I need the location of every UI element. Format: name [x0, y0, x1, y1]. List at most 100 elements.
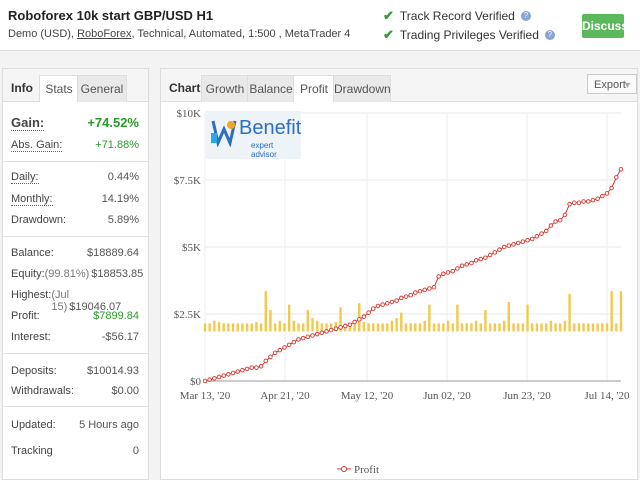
bar	[227, 323, 230, 332]
export-dropdown[interactable]: Export ▼	[587, 74, 637, 94]
x-tick-label: Apr 21, '20	[260, 390, 310, 402]
bar	[283, 323, 286, 332]
tab-general[interactable]: General	[77, 75, 127, 102]
profit-point	[319, 330, 325, 336]
profit-point	[380, 302, 385, 307]
bar	[311, 318, 314, 332]
x-tick-label: May 12, '20	[341, 390, 394, 402]
logo-subtext: expert advisor	[251, 141, 277, 159]
bar	[264, 291, 267, 332]
profit-point	[511, 242, 516, 247]
bar	[549, 320, 553, 332]
tab-info[interactable]: Info	[11, 75, 33, 101]
bar	[320, 323, 324, 332]
help-icon[interactable]: ?	[544, 30, 555, 40]
profit-point	[487, 252, 493, 258]
bar	[488, 323, 492, 332]
balance-value: $18889.64	[87, 247, 139, 259]
bar	[208, 323, 211, 332]
profit-point	[314, 331, 320, 337]
tab-balance[interactable]: Balance	[247, 75, 295, 102]
deposits-value: $10014.93	[87, 365, 139, 377]
drawdown-row: Drawdown: 5.89%	[11, 214, 139, 226]
profit-point	[436, 274, 441, 279]
tab-growth[interactable]: Growth	[201, 75, 249, 102]
broker-link[interactable]: RoboForex	[77, 28, 131, 40]
daily-label: Daily:	[11, 171, 39, 184]
bar	[582, 323, 585, 332]
deposits-label: Deposits:	[11, 365, 57, 377]
bar	[273, 323, 277, 332]
profit-point	[371, 306, 376, 311]
profit-point	[324, 329, 329, 334]
profit-point	[394, 298, 399, 303]
profit-point	[586, 199, 591, 204]
profit-point	[300, 335, 306, 341]
profit-point	[557, 217, 563, 223]
bar	[479, 323, 482, 332]
bar	[437, 323, 440, 332]
y-tick-label: $0	[190, 376, 202, 388]
equity-row: Equity: (99.81%) $18853.85	[11, 268, 143, 280]
drawdown-label: Drawdown:	[11, 214, 67, 226]
account-header: Roboforex 10k start GBP/USD H1 Demo (USD…	[0, 0, 640, 51]
profit-point	[244, 366, 250, 372]
bar	[587, 323, 590, 332]
withdrawals-value: $0.00	[111, 385, 139, 397]
tab-stats[interactable]: Stats	[39, 75, 79, 102]
profit-point	[216, 374, 222, 380]
tracking-value: 0	[132, 445, 139, 457]
bar	[395, 318, 398, 332]
bar	[456, 304, 459, 332]
withdrawals-label: Withdrawals:	[11, 385, 74, 397]
divider	[3, 406, 148, 407]
profit-point	[534, 234, 540, 239]
profit-point	[282, 345, 287, 350]
chart-panel: Chart Growth Balance Profit Drawdown Exp…	[160, 68, 638, 480]
profit-point	[441, 271, 446, 277]
tab-profit[interactable]: Profit	[293, 75, 335, 102]
bar	[255, 322, 258, 332]
profit-point	[286, 342, 292, 348]
profit-point	[277, 347, 283, 353]
equity-value: $18853.85	[91, 268, 144, 280]
help-icon[interactable]: ?	[520, 11, 531, 21]
profit-point	[543, 228, 549, 234]
abs-gain-row: Abs. Gain: +71.88%	[11, 139, 139, 152]
bar	[573, 323, 576, 332]
profit-point	[506, 243, 512, 248]
profit-point	[417, 288, 423, 294]
divider	[3, 236, 148, 237]
profit-point	[272, 350, 278, 356]
discuss-button[interactable]: Discuss	[582, 14, 628, 38]
profit-point	[581, 199, 586, 204]
y-tick-label: $7.5K	[174, 175, 201, 187]
profit-point	[328, 327, 334, 333]
tab-drawdown[interactable]: Drawdown	[333, 75, 391, 102]
bar	[372, 323, 375, 332]
trading-privileges-label: Trading Privileges Verified	[399, 28, 539, 42]
bar	[442, 323, 445, 332]
profit-point	[445, 270, 451, 275]
bar	[591, 323, 595, 332]
profit-chart: $10K $7.5K $5K $2.5K $0 Mar 13, '20 Apr 21, '…	[174, 108, 630, 476]
bar	[292, 320, 296, 332]
legend-marker	[341, 466, 347, 472]
bar	[465, 323, 468, 332]
profit-point	[492, 250, 498, 255]
profit-point	[202, 378, 208, 384]
account-subtitle: Demo (USD), RoboForex, Technical, Automa…	[8, 28, 350, 40]
profit-point	[240, 368, 245, 373]
monthly-row: Monthly: 14.19%	[11, 193, 139, 206]
updated-label: Updated:	[11, 419, 56, 431]
y-tick-label: $2.5K	[174, 309, 201, 321]
tracking-row: Tracking 0	[11, 445, 139, 457]
profit-point	[268, 354, 273, 360]
profit-point	[310, 333, 315, 338]
profit-point	[478, 256, 484, 262]
drawdown-value: 5.89%	[107, 214, 139, 226]
info-panel: Info Stats General Gain: +74.52% Abs. Ga…	[2, 68, 149, 480]
bar	[315, 320, 319, 332]
profit-point	[595, 196, 600, 202]
profit-point	[230, 370, 236, 376]
